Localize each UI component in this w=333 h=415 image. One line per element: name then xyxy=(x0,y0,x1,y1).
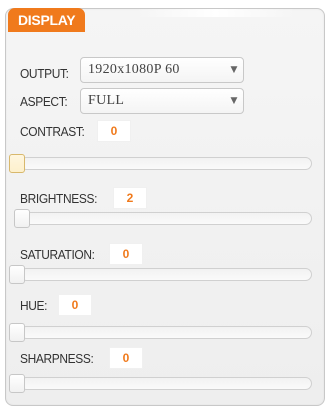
output-select[interactable]: 1920x1080P 60 ▼ xyxy=(80,57,244,83)
panel-glare xyxy=(136,9,296,17)
sharpness-row: SHARPNESS: xyxy=(20,347,100,369)
contrast-row: CONTRAST: xyxy=(20,120,90,142)
hue-value[interactable]: 0 xyxy=(58,294,92,316)
aspect-select-value: FULL xyxy=(88,93,125,108)
aspect-select[interactable]: FULL ▼ xyxy=(80,88,244,114)
brightness-label: BRIGHTNESS: xyxy=(20,190,98,206)
hue-row: HUE: xyxy=(20,294,49,316)
contrast-slider-thumb[interactable] xyxy=(9,154,25,173)
brightness-slider-track[interactable] xyxy=(14,209,312,228)
sharpness-slider-thumb[interactable] xyxy=(9,374,25,393)
contrast-slider-track[interactable] xyxy=(9,154,312,173)
contrast-value[interactable]: 0 xyxy=(97,120,131,142)
display-tab-label: DISPLAY xyxy=(8,8,86,32)
chevron-down-icon: ▼ xyxy=(230,96,238,106)
saturation-slider-thumb[interactable] xyxy=(9,265,25,284)
sharpness-slider-track[interactable] xyxy=(9,374,312,393)
aspect-label: ASPECT: xyxy=(20,93,68,109)
hue-slider-track[interactable] xyxy=(9,323,312,342)
contrast-label: CONTRAST: xyxy=(20,123,85,139)
saturation-value[interactable]: 0 xyxy=(109,243,143,265)
brightness-row: BRIGHTNESS: xyxy=(20,187,104,209)
brightness-value[interactable]: 2 xyxy=(113,187,147,209)
output-select-value: 1920x1080P 60 xyxy=(88,62,180,77)
sharpness-value[interactable]: 0 xyxy=(109,347,143,369)
sharpness-label: SHARPNESS: xyxy=(20,350,94,366)
brightness-slider-thumb[interactable] xyxy=(14,209,31,228)
chevron-down-icon: ▼ xyxy=(230,65,238,75)
output-row: OUTPUT: xyxy=(20,60,73,86)
aspect-row: ASPECT: xyxy=(20,88,71,114)
saturation-slider-track[interactable] xyxy=(9,265,312,284)
hue-slider-thumb[interactable] xyxy=(9,323,25,342)
hue-label: HUE: xyxy=(20,297,48,313)
saturation-label: SATURATION: xyxy=(20,246,95,262)
saturation-row: SATURATION: xyxy=(20,243,101,265)
output-label: OUTPUT: xyxy=(20,65,69,81)
